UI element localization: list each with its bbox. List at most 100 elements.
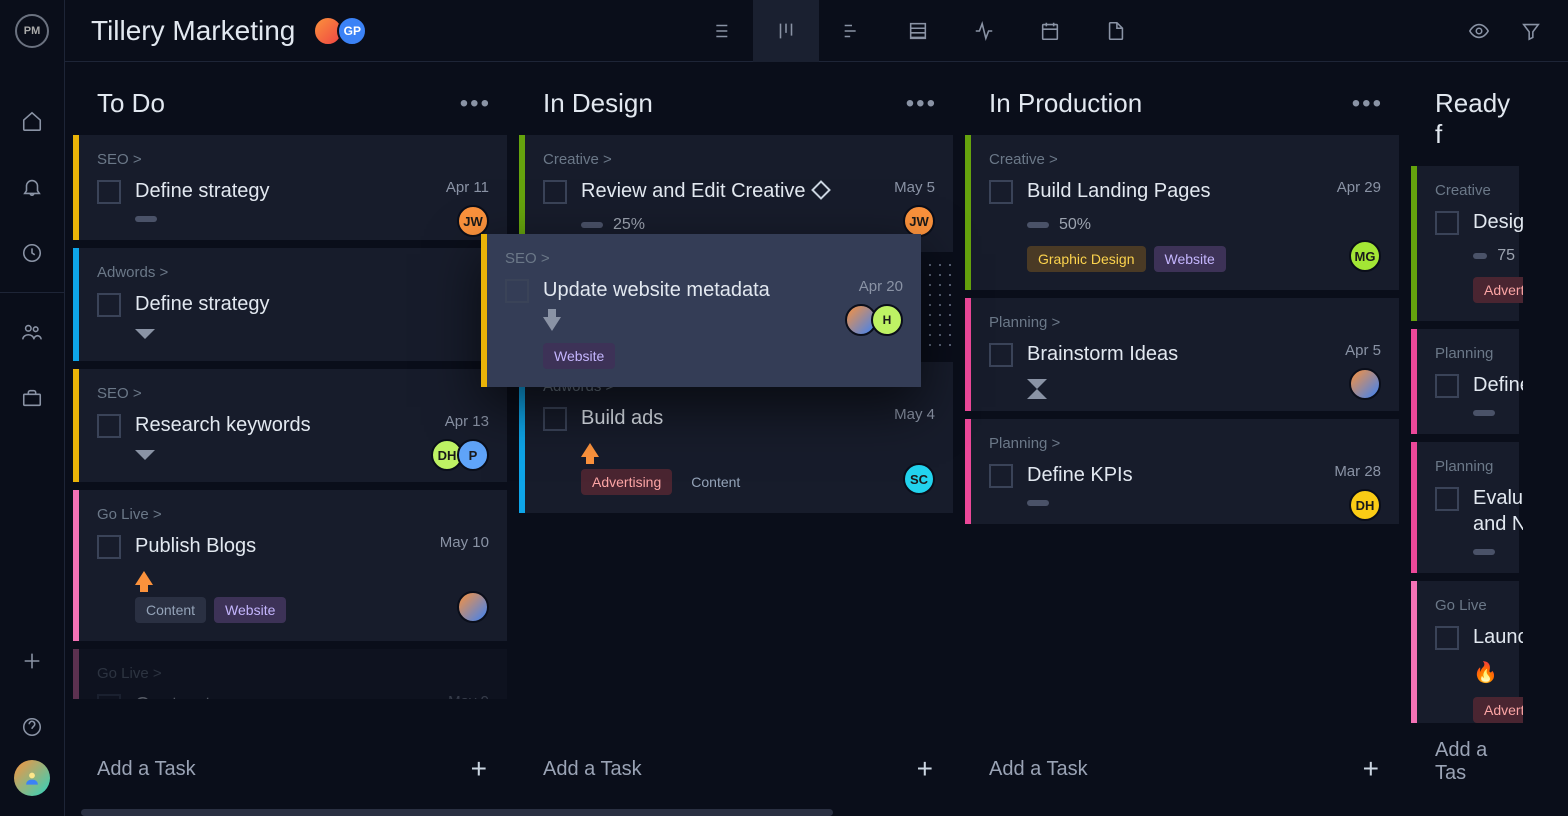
assignee-avatar[interactable]: JW: [457, 205, 489, 237]
clock-icon[interactable]: [19, 240, 45, 266]
horizontal-scrollbar[interactable]: [81, 809, 833, 816]
help-icon[interactable]: [19, 714, 45, 740]
task-card[interactable]: Planning Evaluaand N: [1411, 442, 1519, 573]
chevron-down-icon[interactable]: [135, 450, 155, 464]
assignee-avatar[interactable]: DH: [1349, 489, 1381, 521]
tag[interactable]: Advertis: [1473, 697, 1523, 723]
app-logo[interactable]: PM: [15, 14, 49, 48]
task-card[interactable]: SEO > Define strategy Apr 11JW: [73, 135, 507, 240]
column-menu-icon[interactable]: •••: [460, 90, 491, 118]
task-checkbox[interactable]: [97, 694, 121, 699]
tag[interactable]: Content: [680, 469, 751, 495]
task-card[interactable]: Planning > Define KPIs Mar 28DH: [965, 419, 1399, 524]
assignee-avatar[interactable]: MG: [1349, 240, 1381, 272]
task-checkbox[interactable]: [1435, 211, 1459, 235]
add-task-button[interactable]: Add a Task +: [73, 737, 511, 801]
card-category: Go Live >: [97, 665, 489, 682]
card-date: Apr 29: [1337, 179, 1381, 196]
card-title: Update website metadata: [543, 277, 903, 303]
chevron-down-icon[interactable]: [135, 329, 155, 343]
column-menu-icon[interactable]: •••: [1352, 90, 1383, 118]
add-task-button[interactable]: Add a Tas: [1411, 723, 1523, 801]
assignee-avatar[interactable]: [1349, 368, 1381, 400]
progress-text: 25%: [613, 216, 645, 234]
task-card[interactable]: Creative > Build Landing Pages Apr 2950%…: [965, 135, 1399, 290]
tag[interactable]: Graphic Design: [1027, 246, 1146, 272]
tag[interactable]: Website: [214, 597, 286, 623]
project-members[interactable]: GP: [319, 16, 367, 46]
task-checkbox[interactable]: [97, 535, 121, 559]
tag[interactable]: Content: [135, 597, 206, 623]
task-checkbox[interactable]: [97, 180, 121, 204]
assignee-avatar[interactable]: [457, 591, 489, 623]
column-title: In Design: [543, 88, 653, 119]
task-checkbox[interactable]: [97, 414, 121, 438]
tag[interactable]: Website: [1154, 246, 1226, 272]
chevron-up-icon[interactable]: [1027, 379, 1047, 393]
tag[interactable]: Advertising: [581, 469, 672, 495]
task-checkbox[interactable]: [989, 180, 1013, 204]
card-category: Creative: [1435, 182, 1515, 199]
task-card[interactable]: Go Live Launc 🔥Advertis: [1411, 581, 1519, 723]
eye-icon[interactable]: [1468, 0, 1490, 62]
plus-icon[interactable]: [19, 648, 45, 674]
task-checkbox[interactable]: [543, 180, 567, 204]
card-category: Go Live >: [97, 506, 489, 523]
card-date: May 4: [894, 406, 935, 423]
current-user-avatar[interactable]: [14, 760, 50, 796]
column-menu-icon[interactable]: •••: [906, 90, 937, 118]
task-checkbox[interactable]: [505, 279, 529, 303]
filter-icon[interactable]: [1520, 0, 1542, 62]
task-card[interactable]: Planning Define: [1411, 329, 1519, 434]
task-card[interactable]: Go Live > Publish Blogs May 10ContentWeb…: [73, 490, 507, 641]
add-task-button[interactable]: Add a Task +: [965, 737, 1403, 801]
home-icon[interactable]: [19, 108, 45, 134]
view-list-icon[interactable]: [687, 0, 753, 62]
card-title: Evaluaand N: [1473, 485, 1523, 537]
tag[interactable]: Advertis: [1473, 277, 1523, 303]
card-category: Planning: [1435, 458, 1515, 475]
card-title: Desig: [1473, 209, 1523, 235]
add-task-label: Add a Task: [989, 758, 1088, 781]
card-category: Adwords >: [97, 264, 489, 281]
briefcase-icon[interactable]: [19, 385, 45, 411]
view-calendar-icon[interactable]: [1017, 0, 1083, 62]
card-date: May 10: [440, 534, 489, 551]
progress-bar: [1473, 253, 1487, 259]
column-title: In Production: [989, 88, 1142, 119]
view-sheet-icon[interactable]: [885, 0, 951, 62]
assignee-avatar[interactable]: P: [457, 439, 489, 471]
people-icon[interactable]: [19, 319, 45, 345]
card-date: Apr 20: [859, 278, 903, 295]
task-checkbox[interactable]: [543, 407, 567, 431]
task-card-dragging[interactable]: SEO > Update website metadata Apr 20 H W…: [481, 234, 921, 387]
task-checkbox[interactable]: [97, 293, 121, 317]
card-title: Brainstorm Ideas: [1027, 341, 1381, 367]
view-file-icon[interactable]: [1083, 0, 1149, 62]
view-board-icon[interactable]: [753, 0, 819, 62]
task-checkbox[interactable]: [1435, 487, 1459, 511]
card-title: Build Landing Pages: [1027, 178, 1381, 204]
avatar[interactable]: GP: [337, 16, 367, 46]
task-checkbox[interactable]: [1435, 374, 1459, 398]
task-checkbox[interactable]: [989, 464, 1013, 488]
task-card[interactable]: Planning > Brainstorm Ideas Apr 5: [965, 298, 1399, 411]
add-task-button[interactable]: Add a Task +: [519, 737, 957, 801]
task-card[interactable]: Creative Desig 75Advertis: [1411, 166, 1519, 321]
view-activity-icon[interactable]: [951, 0, 1017, 62]
task-card[interactable]: Adwords > Define strategy: [73, 248, 507, 361]
task-checkbox[interactable]: [1435, 626, 1459, 650]
task-card[interactable]: SEO > Research keywords Apr 13DHP: [73, 369, 507, 482]
plus-icon: +: [471, 753, 487, 785]
tag[interactable]: Website: [543, 343, 615, 369]
assignee-avatar[interactable]: JW: [903, 205, 935, 237]
assignee-avatar[interactable]: SC: [903, 463, 935, 495]
assignee-avatar[interactable]: H: [871, 304, 903, 336]
task-card[interactable]: Go Live > Contracts May 9: [73, 649, 507, 699]
card-title: Build ads: [581, 405, 935, 431]
bell-icon[interactable]: [19, 174, 45, 200]
card-date: Apr 5: [1345, 342, 1381, 359]
task-checkbox[interactable]: [989, 343, 1013, 367]
card-title: Contracts: [135, 692, 489, 699]
view-gantt-icon[interactable]: [819, 0, 885, 62]
